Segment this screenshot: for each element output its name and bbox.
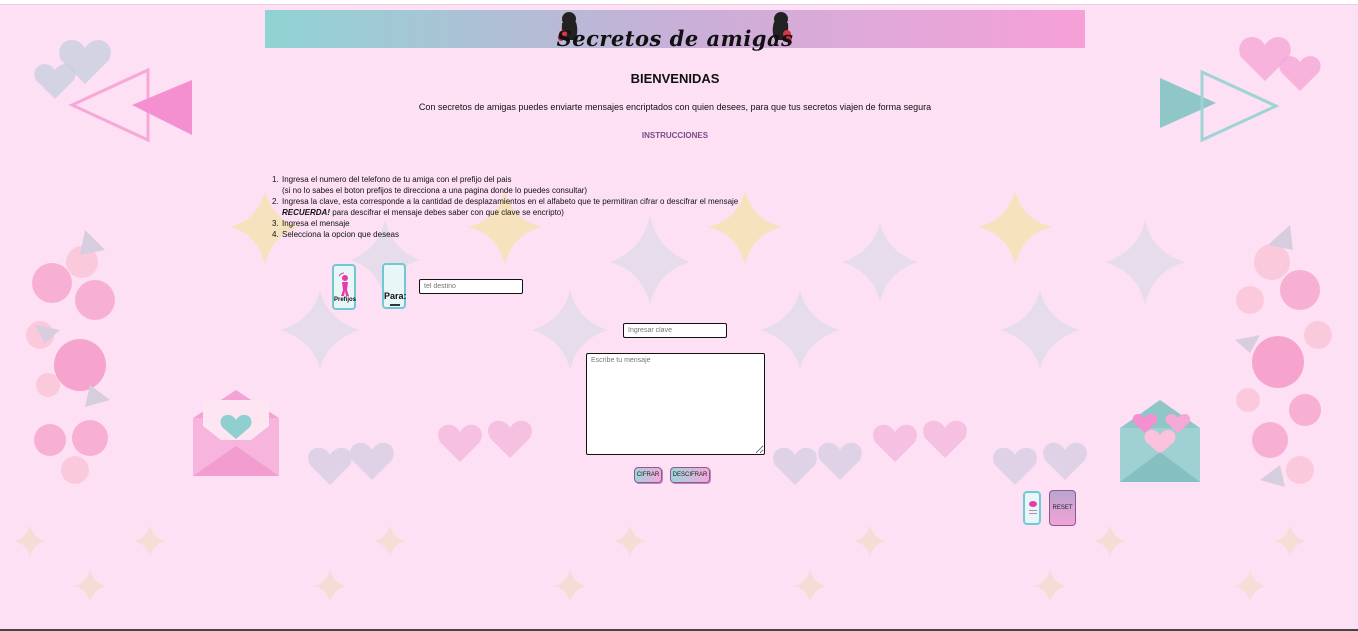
instruction-step-note: RECUERDA! para descifrar el mensaje debe…	[282, 208, 564, 217]
instruction-step-note: (si no lo sabes el boton prefijos te dir…	[282, 186, 588, 195]
app-title: Secretos de amigas	[556, 26, 794, 51]
send-message-button[interactable]	[1023, 491, 1041, 525]
key-input[interactable]	[623, 323, 727, 338]
prefijos-button[interactable]: Prefijos	[332, 264, 356, 310]
chat-bubble-icon	[1029, 501, 1037, 514]
header-banner: Secretos de amigas	[265, 10, 1085, 51]
phone-input[interactable]	[419, 279, 523, 294]
instruction-step: 1. Ingresa el numero del telefono de tu …	[272, 175, 512, 184]
instruction-step: 4. Selecciona la opcion que deseas	[272, 230, 399, 239]
instruction-step: 2. Ingresa la clave, esta corresponde a …	[272, 197, 739, 206]
cifrar-button[interactable]: CIFRAR	[634, 467, 662, 483]
background-decoration	[14, 36, 1332, 602]
descifrar-button[interactable]: DESCIFRAR	[670, 467, 710, 483]
instructions-title: INSTRUCCIONES	[641, 131, 709, 140]
intro-text: Con secretos de amigas puedes enviarte m…	[418, 102, 932, 112]
para-button[interactable]: Para:	[382, 263, 407, 309]
message-textarea[interactable]	[586, 353, 765, 455]
welcome-heading: BIENVENIDAS	[630, 71, 720, 86]
phone-home-bar	[390, 304, 400, 306]
instruction-step: 3. Ingresa el mensaje	[272, 219, 350, 228]
prefijos-label: Prefijos	[334, 297, 357, 303]
reset-button[interactable]: RESET	[1049, 490, 1076, 526]
instructions-list: 1. Ingresa el numero del telefono de tu …	[272, 174, 822, 240]
person-wave-icon	[338, 272, 349, 296]
browser-top-edge	[0, 0, 1358, 5]
para-label: Para:	[384, 291, 407, 301]
